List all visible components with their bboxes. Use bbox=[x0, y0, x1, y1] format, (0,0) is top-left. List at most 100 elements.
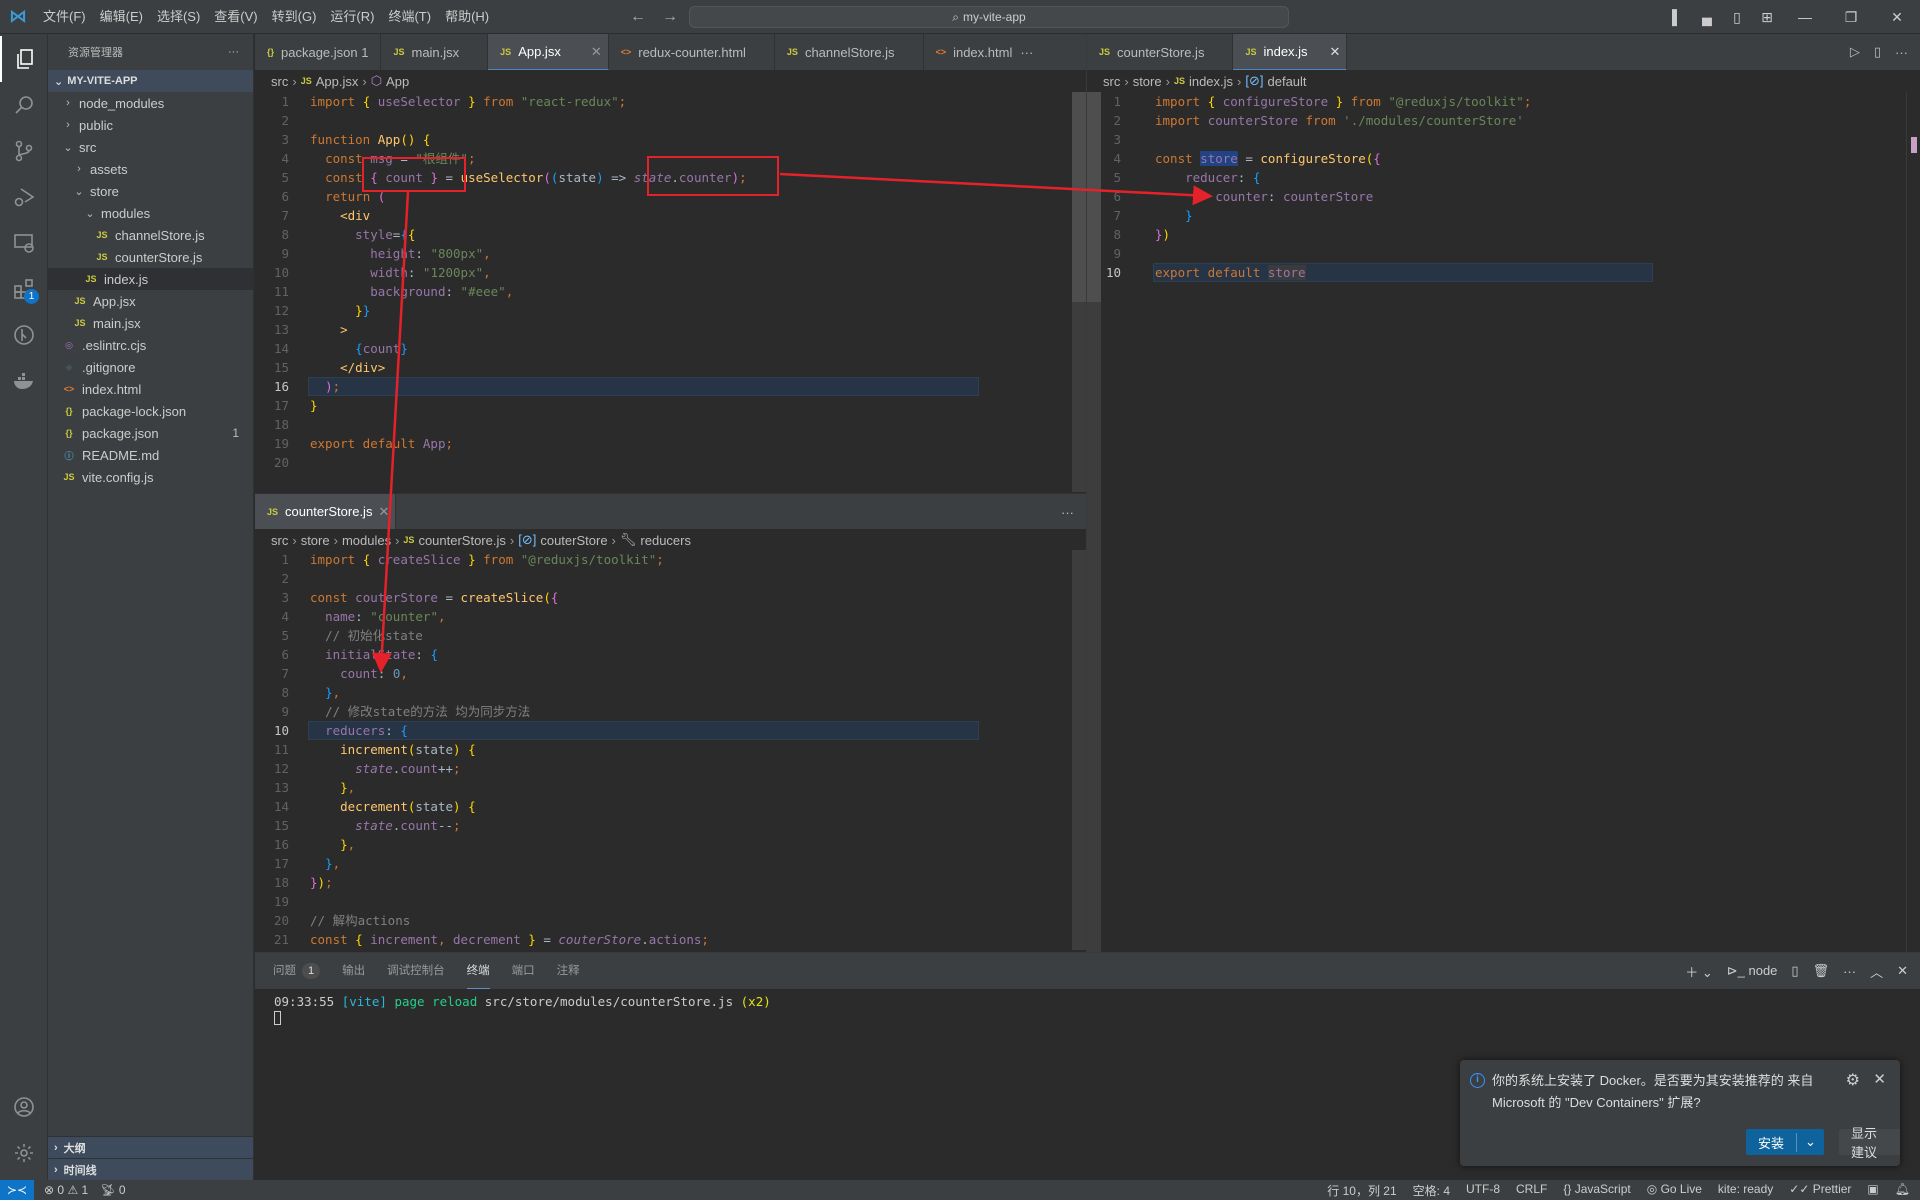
tree-file[interactable]: JS counterStore.js bbox=[48, 246, 253, 268]
maximize-panel-icon[interactable]: ︿ bbox=[1870, 962, 1883, 981]
vertical-scrollbar[interactable] bbox=[1906, 92, 1920, 952]
language-mode[interactable]: {} JavaScript bbox=[1563, 1182, 1630, 1199]
tab-ports[interactable]: 端口 bbox=[512, 953, 535, 989]
customize-layout-icon[interactable]: ⊞ bbox=[1752, 9, 1782, 26]
remote-explorer-icon[interactable] bbox=[0, 220, 48, 266]
close-tab-icon[interactable]: ✕ bbox=[1330, 44, 1341, 60]
kill-terminal-icon[interactable]: 🗑︎ bbox=[1813, 963, 1830, 979]
tree-folder[interactable]: ⌄ src bbox=[48, 136, 253, 158]
explorer-icon[interactable] bbox=[0, 36, 48, 82]
code-editor-app-jsx[interactable]: 1 import { useSelector } from "react-redu… bbox=[255, 92, 979, 492]
more-actions-button[interactable]: ··· bbox=[1049, 494, 1086, 530]
extensions-icon[interactable]: 1 bbox=[0, 266, 48, 312]
tab-comments[interactable]: 注释 bbox=[557, 953, 580, 989]
tree-folder[interactable]: › public bbox=[48, 114, 253, 136]
menu-terminal[interactable]: 终端(T) bbox=[381, 0, 438, 34]
tab-output[interactable]: 输出 bbox=[342, 953, 365, 989]
ports-status[interactable]: 📡︎ 0 bbox=[100, 1183, 125, 1197]
vertical-scrollbar[interactable] bbox=[1072, 550, 1086, 950]
tree-file[interactable]: <> index.html bbox=[48, 378, 253, 400]
close-panel-icon[interactable]: ✕ bbox=[1897, 963, 1908, 979]
feedback-icon[interactable]: ▣ bbox=[1867, 1182, 1878, 1199]
source-control-icon[interactable] bbox=[0, 128, 48, 174]
breadcrumb-item[interactable]: index.js bbox=[1189, 74, 1233, 89]
tree-folder[interactable]: › assets bbox=[48, 158, 253, 180]
tab-index-html[interactable]: <> index.html ··· bbox=[924, 34, 1046, 70]
run-debug-icon[interactable] bbox=[0, 174, 48, 220]
tab-counterstore-js[interactable]: JS counterStore.js bbox=[1087, 34, 1234, 70]
indentation[interactable]: 空格: 4 bbox=[1413, 1182, 1450, 1199]
show-suggestions-button[interactable]: 显示建议 bbox=[1839, 1126, 1900, 1160]
encoding[interactable]: UTF-8 bbox=[1466, 1182, 1500, 1199]
tree-file[interactable]: JS main.jsx bbox=[48, 312, 253, 334]
more-actions-button[interactable]: ··· bbox=[1843, 964, 1856, 979]
breadcrumb-item[interactable]: App bbox=[386, 74, 409, 89]
breadcrumb-item[interactable]: reducers bbox=[640, 533, 691, 548]
command-center-search[interactable]: ⌕ my-vite-app bbox=[689, 6, 1289, 28]
menu-file[interactable]: 文件(F) bbox=[36, 0, 93, 34]
breadcrumb-item[interactable]: store bbox=[1133, 74, 1162, 89]
menu-selection[interactable]: 选择(S) bbox=[150, 0, 207, 34]
install-dropdown-icon[interactable]: ⌄ bbox=[1797, 1134, 1824, 1150]
explorer-more-button[interactable]: ··· bbox=[228, 46, 239, 58]
new-terminal-button[interactable]: ＋ ⌄ bbox=[1685, 962, 1713, 981]
restore-button[interactable]: ❐ bbox=[1828, 9, 1874, 26]
tree-file[interactable]: {} package.json 1 bbox=[48, 422, 253, 444]
vertical-scrollbar[interactable] bbox=[1072, 92, 1086, 492]
notifications-bell-icon[interactable]: 🔔︎ bbox=[1895, 1182, 1910, 1199]
menu-run[interactable]: 运行(R) bbox=[323, 0, 381, 34]
settings-gear-icon[interactable] bbox=[0, 1130, 48, 1176]
code-editor-counterstore-js[interactable]: 1 import { createSlice } from "@reduxjs/t… bbox=[255, 550, 979, 950]
breadcrumb-item[interactable]: src bbox=[1103, 74, 1120, 89]
toggle-secondary-sidebar-icon[interactable]: ▯ bbox=[1722, 9, 1752, 26]
minimap[interactable] bbox=[985, 92, 1075, 492]
account-icon[interactable] bbox=[0, 1084, 48, 1130]
notification-close-icon[interactable]: ✕ bbox=[1873, 1070, 1886, 1088]
code-editor-index-js[interactable]: 1 import { configureStore } from "@reduxj… bbox=[1087, 92, 1813, 952]
docker-icon[interactable] bbox=[0, 358, 48, 404]
tab-redux-counter-html[interactable]: <> redux-counter.html bbox=[609, 34, 775, 70]
tab-package-json[interactable]: {} package.json 1 bbox=[255, 34, 382, 70]
tab-debug-console[interactable]: 调试控制台 bbox=[387, 953, 445, 989]
close-tab-icon[interactable]: ✕ bbox=[591, 44, 602, 60]
split-editor-icon[interactable]: ▯ bbox=[1874, 44, 1881, 60]
minimap[interactable] bbox=[985, 550, 1075, 950]
notification-settings-icon[interactable]: ⚙ bbox=[1846, 1070, 1860, 1090]
terminal-output[interactable]: 09:33:55 [vite] page reload src/store/mo… bbox=[255, 989, 1920, 1034]
breadcrumb-item[interactable]: App.jsx bbox=[316, 74, 359, 89]
line-ending[interactable]: CRLF bbox=[1516, 1182, 1547, 1199]
breadcrumb-item[interactable]: store bbox=[301, 533, 330, 548]
tree-folder[interactable]: ⌄ store bbox=[48, 180, 253, 202]
prettier-status[interactable]: ✓✓ Prettier bbox=[1789, 1182, 1851, 1199]
run-file-icon[interactable]: ▷ bbox=[1850, 44, 1860, 60]
menu-edit[interactable]: 编辑(E) bbox=[93, 0, 150, 34]
kite-status[interactable]: kite: ready bbox=[1718, 1182, 1773, 1199]
tree-file[interactable]: JS index.js bbox=[48, 268, 253, 290]
tree-file[interactable]: {} package-lock.json bbox=[48, 400, 253, 422]
menu-view[interactable]: 查看(V) bbox=[207, 0, 264, 34]
tab-terminal[interactable]: 终端 bbox=[466, 953, 490, 989]
terminal-selector[interactable]: ⊳_ node bbox=[1727, 963, 1778, 979]
menu-go[interactable]: 转到(G) bbox=[265, 0, 324, 34]
forward-arrow-icon[interactable]: → bbox=[662, 0, 678, 34]
tab-problems[interactable]: 问题 1 bbox=[273, 953, 321, 989]
minimap[interactable] bbox=[1818, 92, 1908, 952]
breadcrumb-item[interactable]: modules bbox=[342, 533, 391, 548]
remote-indicator-icon[interactable]: ≻≺ bbox=[0, 1180, 34, 1200]
go-live-button[interactable]: ◎ Go Live bbox=[1647, 1182, 1702, 1199]
close-tab-icon[interactable]: ✕ bbox=[378, 504, 389, 520]
minimize-button[interactable]: — bbox=[1782, 9, 1828, 25]
install-button[interactable]: 安装 ⌄ bbox=[1746, 1129, 1824, 1155]
tab-counterstore-js[interactable]: JS counterStore.js ✕ bbox=[255, 494, 397, 530]
tree-folder[interactable]: ⌄ modules bbox=[48, 202, 253, 224]
search-icon[interactable] bbox=[0, 82, 48, 128]
breadcrumb-item[interactable]: default bbox=[1268, 74, 1307, 89]
breadcrumb-item[interactable]: src bbox=[271, 74, 288, 89]
back-arrow-icon[interactable]: ← bbox=[630, 0, 646, 34]
project-folder-header[interactable]: ⌄ MY-VITE-APP bbox=[48, 70, 253, 92]
tree-file[interactable]: JS App.jsx bbox=[48, 290, 253, 312]
more-actions-button[interactable]: ··· bbox=[1020, 45, 1033, 60]
breadcrumb-item[interactable]: couterStore bbox=[540, 533, 607, 548]
tree-file[interactable]: JS channelStore.js bbox=[48, 224, 253, 246]
outline-section[interactable]: › 大纲 bbox=[48, 1136, 253, 1158]
